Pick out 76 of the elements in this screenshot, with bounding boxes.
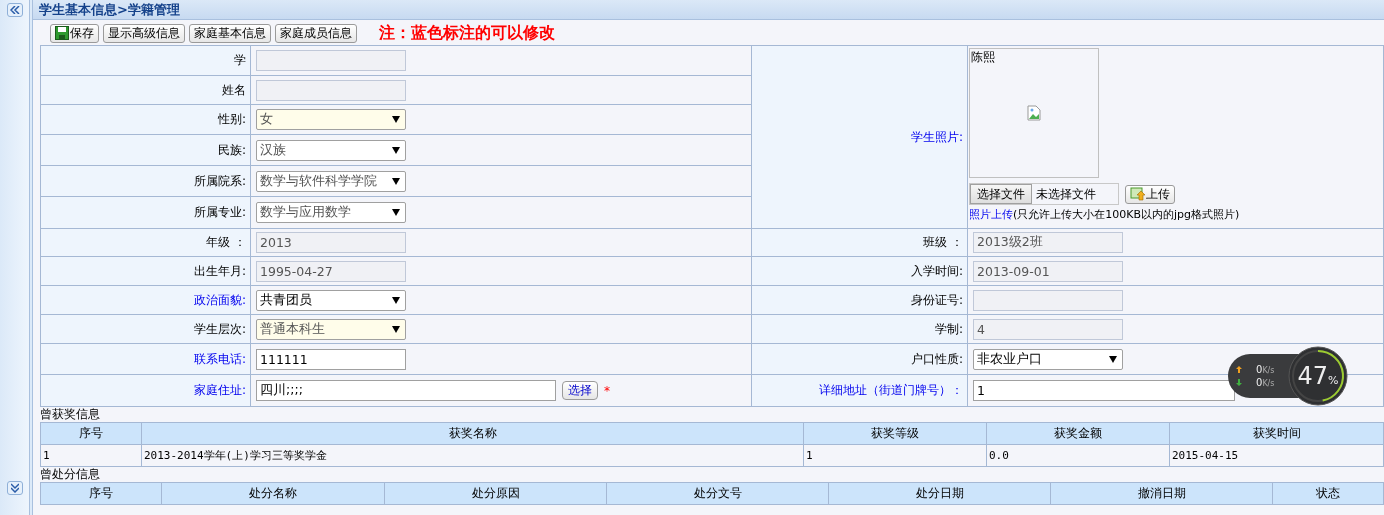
column-header: 获奖等级 xyxy=(804,423,986,444)
column-header: 处分文号 xyxy=(607,483,828,504)
field-label: 性别: xyxy=(41,105,250,134)
column-header: 处分原因 xyxy=(385,483,606,504)
field-label: 学生层次: xyxy=(41,315,250,343)
toolbar-button[interactable]: 保存 xyxy=(50,23,99,43)
download-speed: 0K/s xyxy=(1256,377,1275,388)
dropdown-arrow-icon xyxy=(392,325,400,333)
column-header: 处分名称 xyxy=(162,483,384,504)
field-label: 学 xyxy=(41,46,250,75)
upload-icon xyxy=(1130,187,1145,201)
toolbar-button[interactable]: 显示高级信息 xyxy=(103,23,185,43)
column-header: 序号 xyxy=(41,483,161,504)
percent-sign: % xyxy=(1328,373,1339,387)
section-title: 曾获奖信息 xyxy=(40,407,100,422)
field-label: 详细地址（街道门牌号）： xyxy=(752,375,967,406)
double-chevron-down-icon xyxy=(11,483,19,493)
dropdown-arrow-icon xyxy=(1109,355,1117,363)
dropdown-field[interactable]: 非农业户口 xyxy=(973,348,1123,370)
column-header: 撤消日期 xyxy=(1051,483,1272,504)
upload-hint: (只允许上传大小在100KB以内的jpg格式照片) xyxy=(1013,208,1240,221)
text-field[interactable]: 111111 xyxy=(256,348,406,370)
double-chevron-left-icon xyxy=(10,6,20,14)
field-label: 所属专业: xyxy=(41,197,250,228)
field-label: 联系电话: xyxy=(41,344,250,374)
select-button[interactable]: 选择 xyxy=(562,381,598,400)
column-header: 获奖名称 xyxy=(142,423,803,444)
field-label: 家庭住址: xyxy=(41,375,250,406)
table-cell: 1 xyxy=(804,445,986,466)
gauge-percent: 47 xyxy=(1297,362,1329,390)
dropdown-arrow-icon xyxy=(392,177,400,185)
down-arrow-icon xyxy=(1236,379,1242,386)
section-title: 曾处分信息 xyxy=(40,467,100,482)
toolbar-button[interactable]: 家庭基本信息 xyxy=(189,23,271,43)
field-label: 身份证号: xyxy=(752,286,967,314)
column-header: 获奖金额 xyxy=(987,423,1169,444)
save-icon xyxy=(55,26,69,40)
field-label: 年级 ： xyxy=(41,229,250,256)
field-label: 学生照片: xyxy=(752,46,967,228)
field-label: 所属院系: xyxy=(41,166,250,196)
collapse-button[interactable] xyxy=(7,3,23,17)
toolbar-button[interactable]: 家庭成员信息 xyxy=(275,23,357,43)
dropdown-arrow-icon xyxy=(392,296,400,304)
field-label: 班级 ： xyxy=(752,229,967,256)
breadcrumb-title: 学生基本信息>学籍管理 xyxy=(33,0,1384,20)
upload-button[interactable]: 上传 xyxy=(1125,184,1175,204)
column-header: 获奖时间 xyxy=(1170,423,1383,444)
up-arrow-icon xyxy=(1236,366,1242,373)
field-label: 户口性质: xyxy=(752,344,967,374)
dropdown-arrow-icon xyxy=(392,209,400,216)
address-field[interactable]: 1 xyxy=(973,380,1235,401)
dropdown-field[interactable]: 共青团员 xyxy=(256,289,406,311)
file-input[interactable]: 选择文件 未选择文件 xyxy=(969,183,1119,205)
table-cell: 2013-2014学年(上)学习三等奖学金 xyxy=(142,445,803,466)
broken-image-icon xyxy=(1026,105,1042,121)
table-cell: 2015-04-15 xyxy=(1170,445,1383,466)
address-field[interactable]: 四川;;;; xyxy=(256,380,556,401)
upload-speed: 0K/s xyxy=(1256,364,1275,375)
edit-note: 注：蓝色标注的可以修改 xyxy=(379,22,555,44)
field-label: 政治面貌: xyxy=(41,286,250,314)
required-mark: * xyxy=(604,383,610,398)
expand-button[interactable] xyxy=(7,481,23,495)
dropdown-arrow-icon xyxy=(392,116,400,123)
field-label: 入学时间: xyxy=(752,257,967,285)
student-name: 陈熙 xyxy=(971,49,995,66)
column-header: 序号 xyxy=(41,423,141,444)
field-label: 出生年月: xyxy=(41,257,250,285)
column-header: 处分日期 xyxy=(829,483,1050,504)
table-cell: 1 xyxy=(41,445,141,466)
field-label: 学制: xyxy=(752,315,967,343)
upload-link[interactable]: 照片上传 xyxy=(969,208,1013,221)
field-label: 姓名 xyxy=(41,76,250,104)
table-cell: 0.0 xyxy=(987,445,1169,466)
column-header: 状态 xyxy=(1273,483,1383,504)
field-label: 民族: xyxy=(41,135,250,165)
dropdown-arrow-icon xyxy=(392,146,400,154)
